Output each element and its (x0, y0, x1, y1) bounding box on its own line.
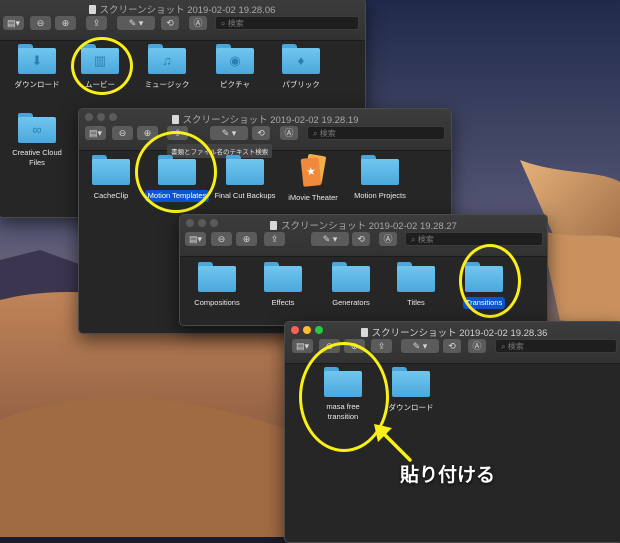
document-icon (88, 5, 96, 14)
folder-label: Compositions (194, 298, 240, 307)
folder-icon: ◉ (216, 44, 254, 74)
folder-final-cut-backups[interactable]: Final Cut Backups (207, 155, 283, 203)
window-title-text: スクリーンショット 2019-02-02 19.28.36 (371, 328, 548, 339)
folder-label: ピクチャ (220, 80, 250, 89)
search-field[interactable]: ⌕ 検索 (405, 232, 543, 246)
window-toolbar: スクリーンショット 2019-02-02 19.28.06 ▤▾ ⊖ ⊕ ⇪ ✎… (0, 0, 365, 41)
window-title: スクリーンショット 2019-02-02 19.28.27 (180, 218, 547, 232)
folder-label: Generators (332, 298, 370, 307)
search-icon: ⌕ (313, 129, 320, 138)
rotate-icon[interactable]: ⟲ (252, 126, 270, 140)
window-title: スクリーンショット 2019-02-02 19.28.19 (79, 112, 451, 126)
folder-music[interactable]: ♫ ミュージック (129, 44, 205, 92)
highlight-circle (459, 244, 521, 318)
search-placeholder: 検索 (417, 235, 434, 244)
search-placeholder: 検索 (319, 129, 336, 138)
folder-icon (226, 155, 264, 185)
folder-creative-cloud[interactable]: ∞ Creative Cloud Files (0, 113, 75, 170)
search-placeholder: 検索 (507, 342, 524, 351)
folder-icon: ♫ (148, 44, 186, 74)
search-icon: ⌕ (221, 19, 228, 28)
window-title: スクリーンショット 2019-02-02 19.28.06 (0, 2, 365, 16)
folder-effects[interactable]: Effects (245, 262, 321, 310)
search-field[interactable]: ⌕ 検索 (215, 16, 359, 30)
folder-motion-projects[interactable]: Motion Projects (342, 155, 418, 203)
music-note-icon: ♫ (162, 53, 172, 68)
zoom-in-icon[interactable]: ⊕ (236, 232, 257, 246)
folder-icon: ♦ (282, 44, 320, 74)
zoom-in-icon[interactable]: ⊕ (55, 16, 76, 30)
view-button[interactable]: ▤▾ (185, 232, 206, 246)
search-field[interactable]: ⌕ 検索 (307, 126, 445, 140)
zoom-out-icon[interactable]: ⊖ (112, 126, 133, 140)
folder-icon: ⬇ (18, 44, 56, 74)
download-icon: ⬇ (31, 53, 43, 68)
zoom-out-icon[interactable]: ⊖ (30, 16, 51, 30)
folder-icon (332, 262, 370, 292)
folder-icon: ∞ (18, 113, 56, 143)
film-icon: ▥ (93, 53, 107, 68)
folder-label: ダウンロード (388, 403, 434, 412)
document-icon (360, 328, 368, 337)
rotate-icon[interactable]: ⟲ (352, 232, 370, 246)
search-icon: ⌕ (501, 342, 508, 351)
highlight-circle (135, 131, 217, 213)
window-title: スクリーンショット 2019-02-02 19.28.36 (285, 325, 620, 339)
folder-label: CacheClip (93, 191, 129, 200)
annotate-icon[interactable]: Ⓐ (468, 339, 486, 353)
ticket-icon: ★ (300, 153, 327, 187)
search-placeholder: 検索 (227, 19, 244, 28)
folder-icon (397, 262, 435, 292)
folder-icon (264, 262, 302, 292)
rotate-icon[interactable]: ⟲ (161, 16, 179, 30)
public-icon: ♦ (297, 53, 305, 68)
search-icon: ⌕ (411, 235, 418, 244)
folder-label: ダウンロード (14, 80, 60, 89)
folder-label: ミュージック (144, 80, 190, 89)
share-icon[interactable]: ⇪ (86, 16, 107, 30)
creative-cloud-icon: ∞ (32, 122, 42, 137)
document-icon (171, 115, 179, 124)
paste-instruction-label: 貼り付ける (400, 465, 496, 486)
finder-window-4[interactable]: スクリーンショット 2019-02-02 19.28.36 ▤▾ ⊖ ⊕ ⇪ ✎… (284, 321, 620, 543)
markup-icon[interactable]: ✎ ▾ (311, 232, 349, 246)
folder-icon (92, 155, 130, 185)
annotate-icon[interactable]: Ⓐ (379, 232, 397, 246)
folder-icon (361, 155, 399, 185)
folder-label: Creative Cloud Files (12, 148, 62, 167)
markup-icon[interactable]: ✎ ▾ (401, 339, 439, 353)
camera-icon: ◉ (229, 53, 241, 68)
folder-label: Final Cut Backups (214, 191, 276, 200)
folder-icon (392, 367, 430, 397)
window-title-text: スクリーンショット 2019-02-02 19.28.06 (99, 5, 276, 16)
folder-public[interactable]: ♦ パブリック (263, 44, 339, 92)
annotate-icon[interactable]: Ⓐ (189, 16, 207, 30)
folder-imovie-theater[interactable]: ★ iMovie Theater (275, 153, 351, 205)
search-field[interactable]: ⌕ 検索 (495, 339, 617, 353)
folder-label: iMovie Theater (288, 193, 338, 202)
folder-label: Motion Projects (354, 191, 406, 200)
folder-label: Titles (407, 298, 425, 307)
share-icon[interactable]: ⇪ (371, 339, 392, 353)
folder-icon (198, 262, 236, 292)
folder-compositions[interactable]: Compositions (180, 262, 255, 310)
folder-titles[interactable]: Titles (378, 262, 454, 310)
view-button[interactable]: ▤▾ (292, 339, 313, 353)
markup-icon[interactable]: ✎ ▾ (210, 126, 248, 140)
annotate-icon[interactable]: Ⓐ (280, 126, 298, 140)
view-button[interactable]: ▤▾ (85, 126, 106, 140)
markup-icon[interactable]: ✎ ▾ (117, 16, 155, 30)
zoom-out-icon[interactable]: ⊖ (211, 232, 232, 246)
rotate-icon[interactable]: ⟲ (443, 339, 461, 353)
folder-pictures[interactable]: ◉ ピクチャ (197, 44, 273, 92)
window-title-text: スクリーンショット 2019-02-02 19.28.27 (281, 221, 457, 232)
folder-label: Effects (271, 298, 295, 307)
share-icon[interactable]: ⇪ (264, 232, 285, 246)
view-button[interactable]: ▤▾ (3, 16, 24, 30)
document-icon (270, 221, 278, 230)
folder-label: パブリック (282, 80, 320, 89)
window-title-text: スクリーンショット 2019-02-02 19.28.19 (182, 115, 359, 126)
